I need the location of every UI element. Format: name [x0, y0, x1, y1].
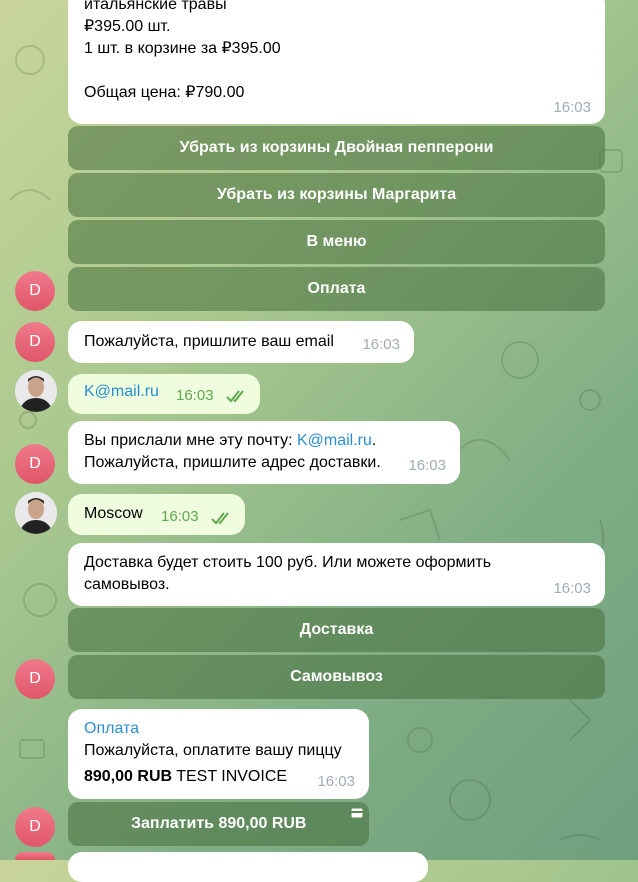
ask-address-message: Вы прислали мне эту почту: K@mail.ru. По…: [68, 421, 460, 484]
remove-double-pepperoni-button[interactable]: Убрать из корзины Двойная пепперони: [68, 126, 605, 170]
bot-avatar[interactable]: D: [15, 322, 55, 362]
delivery-info-message: Доставка будет стоить 100 руб. Или может…: [68, 543, 605, 606]
message-time: 16:03: [161, 508, 199, 525]
message-text: Вы прислали мне эту почту:: [84, 432, 297, 449]
pickup-button[interactable]: Самовывоз: [68, 655, 605, 699]
cart-summary-message: итальянские травы ₽395.00 шт. 1 шт. в ко…: [68, 0, 605, 124]
message-time: 16:03: [362, 336, 400, 353]
message-text: Пожалуйста, пришлите ваш email: [84, 333, 334, 350]
card-icon: [351, 808, 363, 818]
message-text: Доставка будет стоить 100 руб. Или может…: [84, 554, 492, 571]
bot-avatar[interactable]: D: [15, 444, 55, 484]
bot-avatar[interactable]: D: [15, 271, 55, 311]
invoice-message: Оплата Пожалуйста, оплатите вашу пиццу 8…: [68, 709, 369, 799]
message-text: самовывоз.: [84, 576, 170, 593]
message-time: 16:03: [408, 457, 446, 474]
user-photo-icon: [15, 370, 57, 412]
pay-button-label: Заплатить 890,00 RUB: [131, 815, 307, 832]
user-photo-icon: [15, 492, 57, 534]
invoice-label: TEST INVOICE: [176, 768, 288, 785]
pay-button[interactable]: Заплатить 890,00 RUB: [68, 802, 369, 846]
user-avatar[interactable]: [15, 370, 57, 412]
user-avatar[interactable]: [15, 492, 57, 534]
user-city-message: Moscow 16:03: [68, 494, 245, 535]
menu-button[interactable]: В меню: [68, 220, 605, 264]
invoice-amount: 890,00 RUB: [84, 768, 173, 785]
email-link[interactable]: K@mail.ru: [297, 432, 372, 449]
cart-line-2: ₽395.00 шт.: [84, 18, 171, 35]
read-checkmarks-icon: [211, 512, 229, 525]
message-text: .: [371, 432, 377, 449]
message-time: 16:03: [553, 99, 591, 116]
message-time: 16:03: [176, 387, 214, 404]
read-checkmarks-icon: [226, 390, 244, 403]
invoice-title: Оплата: [84, 720, 140, 737]
message-text: Пожалуйста, пришлите адрес доставки.: [84, 454, 381, 471]
remove-margherita-button[interactable]: Убрать из корзины Маргарита: [68, 173, 605, 217]
cart-line-4: [84, 60, 281, 82]
message-text: Moscow: [84, 505, 143, 522]
cart-line-3: 1 шт. в корзине за ₽395.00: [84, 40, 281, 57]
cart-total: Общая цена: ₽790.00: [84, 84, 245, 101]
invoice-description: Пожалуйста, оплатите вашу пиццу: [84, 742, 342, 759]
bot-avatar[interactable]: D: [15, 807, 55, 847]
message-time: 16:03: [553, 580, 591, 597]
email-link[interactable]: K@mail.ru: [84, 381, 159, 403]
next-message-partial: [68, 852, 428, 882]
cart-line-1: итальянские травы: [84, 0, 227, 13]
bot-avatar[interactable]: D: [15, 659, 55, 699]
bot-avatar-partial[interactable]: [15, 852, 55, 860]
delivery-button[interactable]: Доставка: [68, 608, 605, 652]
ask-email-message: Пожалуйста, пришлите ваш email 16:03: [68, 321, 414, 363]
payment-button[interactable]: Оплата: [68, 267, 605, 311]
user-email-message: K@mail.ru 16:03: [68, 374, 260, 414]
message-time: 16:03: [317, 773, 355, 790]
